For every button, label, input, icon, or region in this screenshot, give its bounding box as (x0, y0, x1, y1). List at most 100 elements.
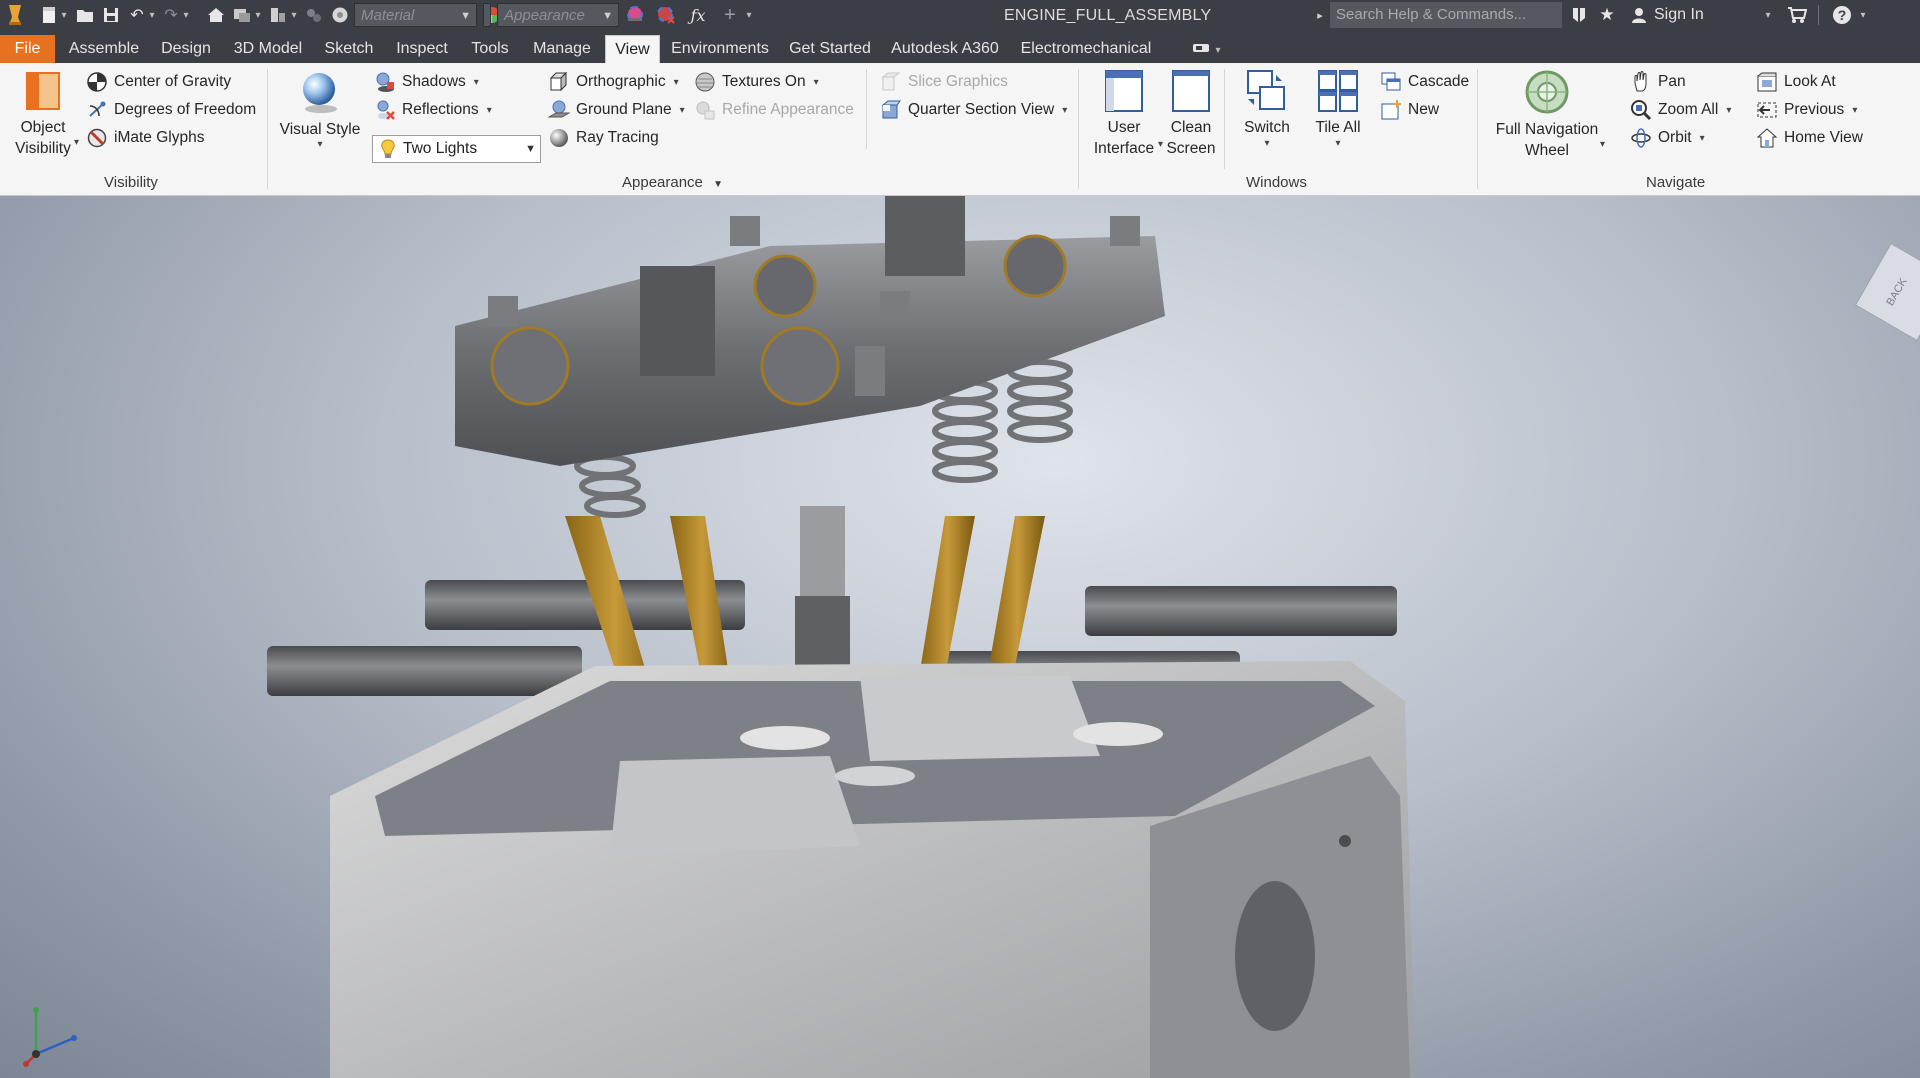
pan-label: Pan (1658, 73, 1686, 90)
previous-view-button[interactable]: Previous ▾ (1756, 96, 1857, 124)
open-folder-icon[interactable] (72, 4, 98, 26)
shadows-button[interactable]: Shadows ▾ (374, 68, 479, 96)
switch-window-button[interactable]: Switch ▾ (1236, 69, 1298, 150)
app-logo-icon[interactable] (2, 4, 28, 26)
reflections-label: Reflections (402, 101, 479, 118)
search-input[interactable]: Search Help & Commands... (1330, 2, 1562, 28)
appearance-combo-value: Appearance (504, 7, 585, 24)
full-nav-wheel-label-2: Wheel (1525, 142, 1569, 159)
previous-view-dropdown-icon[interactable]: ▾ (1852, 105, 1857, 116)
help-icon[interactable]: ? (1829, 4, 1855, 26)
favorites-star-icon[interactable]: ★ (1594, 4, 1620, 26)
update-icon[interactable] (301, 4, 327, 26)
parameters-fx-icon[interactable]: ƒx (685, 4, 711, 26)
tab-sketch[interactable]: Sketch (318, 35, 380, 63)
visual-style-icon (303, 73, 337, 113)
shadows-label: Shadows (402, 73, 466, 90)
ribbon-tab-bar: File Assemble Design 3D Model Sketch Ins… (0, 31, 1920, 64)
quarter-section-view-dropdown-icon[interactable]: ▾ (1062, 105, 1067, 116)
binoculars-icon[interactable] (1566, 4, 1592, 26)
adjust-icon[interactable] (327, 4, 353, 26)
ground-plane-dropdown-icon[interactable]: ▾ (680, 105, 685, 116)
save-icon[interactable] (98, 4, 124, 26)
imate-glyphs-button[interactable]: iMate Glyphs (86, 124, 204, 152)
pan-button[interactable]: Pan (1630, 68, 1686, 96)
return-dropdown-icon[interactable]: ▾ (252, 4, 264, 26)
material-combo[interactable]: Material ▼ (354, 3, 477, 27)
orbit-dropdown-icon[interactable]: ▾ (1700, 133, 1705, 144)
tile-all-button[interactable]: Tile All ▾ (1306, 69, 1370, 150)
degrees-of-freedom-button[interactable]: Degrees of Freedom (86, 96, 256, 124)
new-file-dropdown-icon[interactable]: ▾ (58, 4, 70, 26)
help-dropdown-icon[interactable]: ▾ (1857, 4, 1869, 26)
sign-in-link[interactable]: Sign In (1654, 6, 1704, 24)
reflections-button[interactable]: Reflections ▾ (374, 96, 492, 124)
search-expand-icon[interactable]: ▸ (1314, 4, 1326, 26)
tab-file[interactable]: File (0, 35, 55, 63)
home-icon[interactable] (203, 4, 229, 26)
tab-inspect[interactable]: Inspect (388, 35, 456, 63)
visibility-panel-title: Visibility (104, 174, 158, 191)
undo-dropdown-icon[interactable]: ▾ (146, 4, 158, 26)
tab-manage[interactable]: Manage (524, 35, 600, 63)
reflections-dropdown-icon[interactable]: ▾ (487, 105, 492, 116)
appearance-panel-title[interactable]: Appearance ▼ (622, 174, 723, 191)
refine-appearance-button[interactable]: Refine Appearance (694, 96, 854, 124)
tab-design[interactable]: Design (154, 35, 218, 63)
look-at-button[interactable]: Look At (1756, 68, 1836, 96)
tab-autodesk-a360[interactable]: Autodesk A360 (886, 35, 1004, 63)
redo-dropdown-icon[interactable]: ▾ (180, 4, 192, 26)
ray-tracing-button[interactable]: Ray Tracing (548, 124, 659, 152)
mount-hole (1073, 722, 1163, 746)
zoom-all-button[interactable]: Zoom All ▾ (1630, 96, 1731, 124)
tab-view[interactable]: View (605, 35, 660, 64)
orbit-button[interactable]: Orbit ▾ (1630, 124, 1705, 152)
center-of-gravity-button[interactable]: Center of Gravity (86, 68, 231, 96)
slice-graphics-button[interactable]: Slice Graphics (880, 68, 1008, 96)
ribbon-options-dropdown-icon[interactable]: ▾ (1212, 39, 1224, 61)
zoom-all-dropdown-icon[interactable]: ▾ (1726, 105, 1731, 116)
shadows-dropdown-icon[interactable]: ▾ (474, 77, 479, 88)
cascade-button[interactable]: Cascade (1380, 68, 1469, 96)
engine-assembly-model[interactable] (0, 196, 1920, 1078)
tab-tools[interactable]: Tools (464, 35, 516, 63)
ground-plane-label: Ground Plane (576, 101, 672, 118)
textures-on-dropdown-icon[interactable]: ▾ (814, 77, 819, 88)
new-window-button[interactable]: New (1380, 96, 1439, 124)
quarter-section-view-button[interactable]: Quarter Section View ▾ (880, 96, 1067, 124)
customize-qat-icon[interactable]: ▾ (743, 4, 755, 26)
tab-get-started[interactable]: Get Started (782, 35, 878, 63)
home-view-button[interactable]: Home View (1756, 124, 1863, 152)
nav-wheel-dropdown-icon[interactable]: ▾ (1600, 139, 1605, 150)
full-navigation-wheel-button[interactable]: Full Navigation Wheel (1488, 69, 1606, 161)
user-icon[interactable] (1626, 4, 1652, 26)
object-visibility-dropdown-icon[interactable]: ▾ (74, 137, 79, 148)
appearance-combo[interactable]: Appearance ▼ (497, 3, 619, 27)
tab-electromechanical[interactable]: Electromechanical (1012, 35, 1160, 63)
textures-on-button[interactable]: Textures On ▾ (694, 68, 819, 96)
tile-all-dropdown-icon[interactable]: ▾ (1306, 138, 1370, 150)
visual-style-dropdown-icon[interactable]: ▾ (278, 140, 362, 150)
user-interface-button[interactable]: User Interface (1090, 69, 1158, 159)
switch-dropdown-icon[interactable]: ▾ (1236, 138, 1298, 150)
orthographic-dropdown-icon[interactable]: ▾ (674, 77, 679, 88)
visual-style-button[interactable]: Visual Style ▾ (278, 69, 362, 150)
plus-icon[interactable]: + (717, 4, 743, 26)
ground-plane-button[interactable]: Ground Plane ▾ (548, 96, 685, 124)
adjust-appearance-icon[interactable] (623, 4, 649, 26)
object-visibility-button[interactable]: Object Visibility (8, 69, 78, 159)
tab-3d-model[interactable]: 3D Model (226, 35, 310, 63)
head-boss (610, 756, 860, 856)
clean-screen-label-2: Screen (1166, 140, 1216, 157)
graphics-viewport[interactable]: BACK (0, 196, 1920, 1078)
tab-environments[interactable]: Environments (666, 35, 774, 63)
clean-screen-button[interactable]: Clean Screen (1160, 69, 1222, 159)
tab-assemble[interactable]: Assemble (62, 35, 146, 63)
cart-icon[interactable] (1784, 4, 1810, 26)
clear-appearance-icon[interactable] (653, 4, 679, 26)
lighting-style-select[interactable]: Two Lights ▼ (372, 135, 541, 163)
ribbon-options-icon[interactable] (1188, 37, 1214, 59)
select-dropdown-icon[interactable]: ▾ (288, 4, 300, 26)
sign-in-dropdown-icon[interactable]: ▾ (1762, 4, 1774, 26)
orthographic-button[interactable]: Orthographic ▾ (548, 68, 679, 96)
